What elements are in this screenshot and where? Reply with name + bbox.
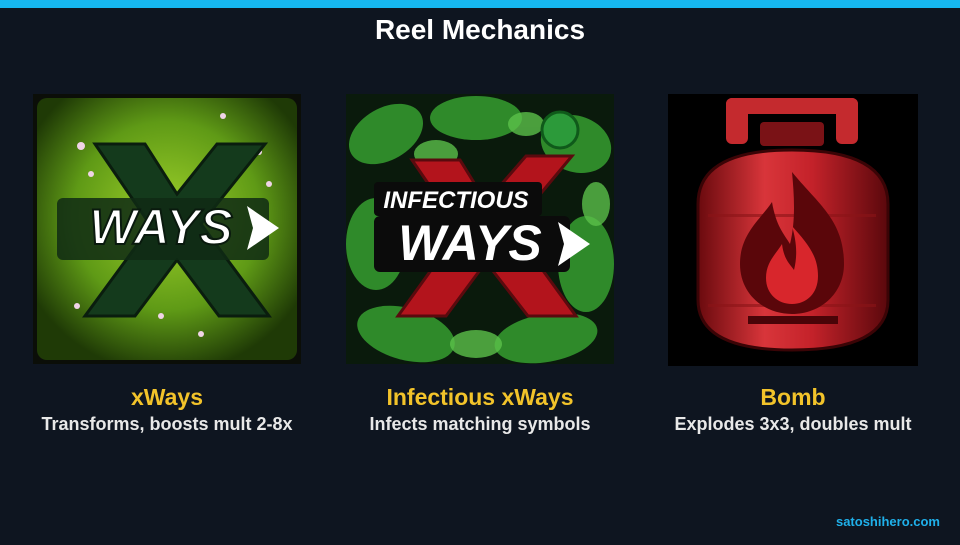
card-description: Infects matching symbols [369,414,591,434]
infectious-art-text-top: INFECTIOUS [383,187,528,214]
infectious-xways-icon: INFECTIOUS WAYS [346,94,614,364]
xways-art-text: WAYS [89,199,233,255]
card-description: Explodes 3x3, doubles mult [674,414,912,434]
card-name: Bomb [760,384,826,410]
card-description: Transforms, boosts mult 2-8x [41,414,293,434]
page-title: Reel Mechanics [374,14,586,45]
top-accent-bar [0,0,960,8]
card-name: xWays [130,384,204,410]
gas-canister-bomb-icon [668,94,918,366]
infectious-art-text: WAYS [398,215,542,271]
card-name: Infectious xWays [386,384,574,410]
site-watermark: satoshihero.com [835,514,940,529]
xways-icon: WAYS [33,94,301,364]
